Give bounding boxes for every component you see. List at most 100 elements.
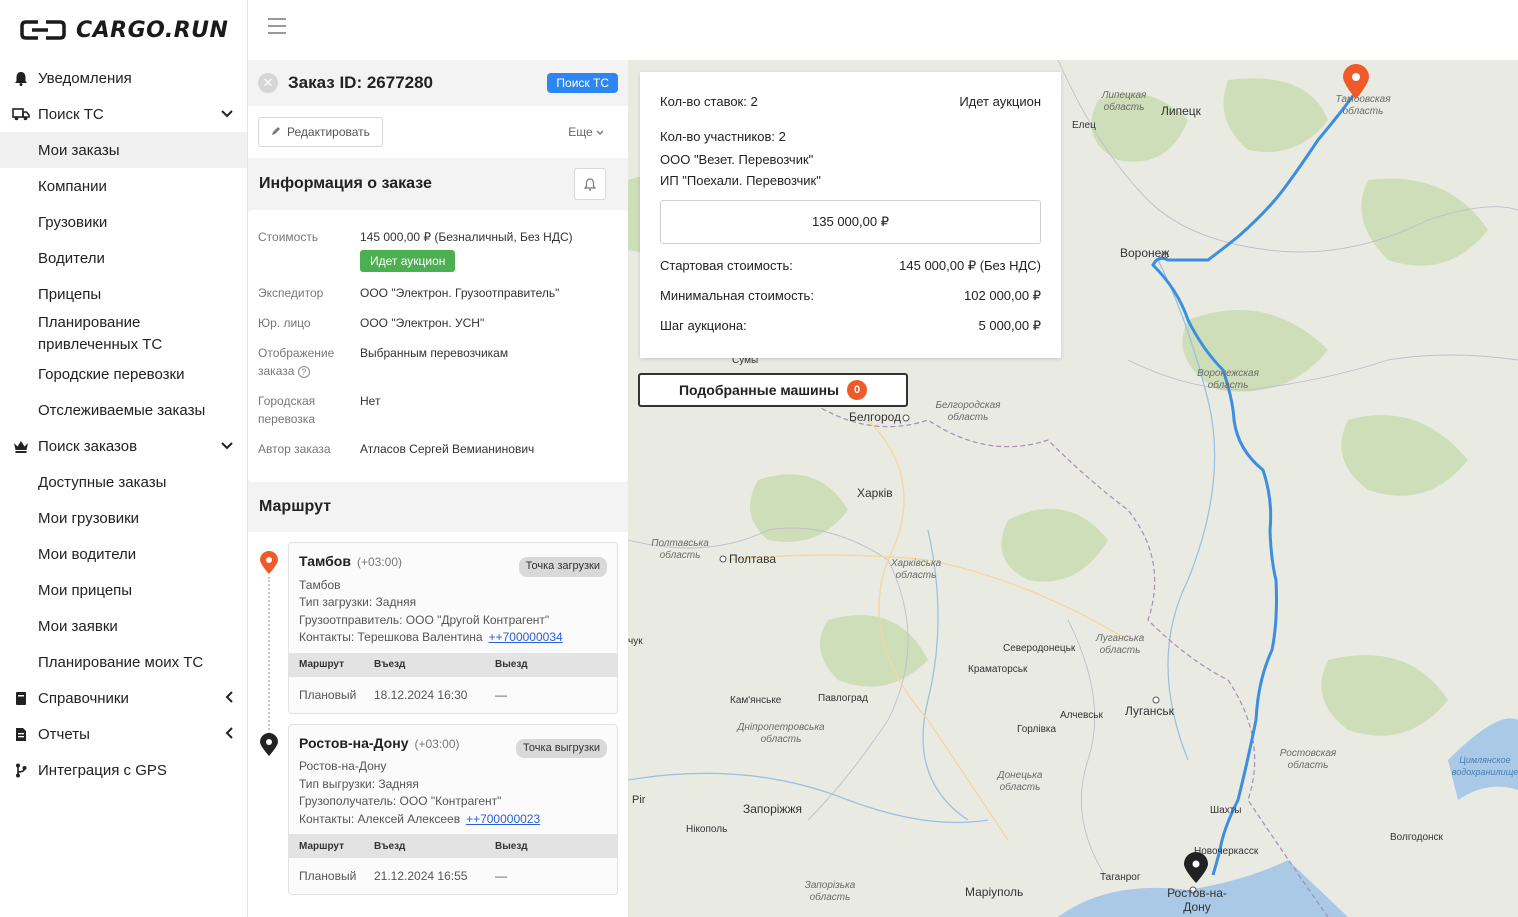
- logo-text: CARGO.RUN: [76, 17, 229, 43]
- map-region-label: Ростовская область: [1279, 748, 1337, 771]
- chevron-left-icon[interactable]: [225, 690, 233, 706]
- sidebar-item-label: Поиск ТС: [38, 105, 104, 123]
- map-city-label: Нікополь: [686, 824, 728, 835]
- sidebar-item-my-drivers[interactable]: Мои водители: [0, 536, 247, 572]
- stop-contacts: Контакты: Терешкова Валентина ++700000034: [299, 630, 563, 644]
- bell-icon: [12, 70, 30, 86]
- sidebar-item-notifications[interactable]: Уведомления: [0, 60, 247, 96]
- map-city-label: Горлівка: [1017, 724, 1057, 735]
- phone-link[interactable]: ++700000034: [489, 630, 563, 644]
- sidebar-item-gps[interactable]: Интеграция с GPS: [0, 752, 247, 788]
- map-city-label: Луганськ: [1125, 704, 1174, 718]
- sidebar-item-label: Планирование привлеченных ТС: [38, 314, 163, 353]
- map-city-label: Кам'янське: [730, 695, 782, 706]
- map-city-label: Павлоград: [818, 693, 868, 704]
- auction-row: Минимальная стоимость: 102 000,00 ₽: [660, 288, 1041, 303]
- logo[interactable]: CARGO.RUN: [0, 0, 247, 60]
- bell-outline-icon: [584, 177, 596, 191]
- map-region-label: Дніпропетровська область: [737, 722, 825, 745]
- sidebar-item-my-trailers[interactable]: Мои прицепы: [0, 572, 247, 608]
- black-pin-icon: [259, 732, 279, 757]
- sidebar-item-available-orders[interactable]: Доступные заказы: [0, 464, 247, 500]
- map-city-label: чук: [628, 636, 643, 647]
- info-value: Выбранным перевозчикам: [360, 346, 509, 360]
- map-city-label: Елец: [1072, 120, 1096, 131]
- schedule-table-header: Маршрут Въезд Выезд: [289, 652, 617, 677]
- map-city-label: Алчевськ: [1060, 710, 1103, 721]
- chevron-down-icon[interactable]: [221, 107, 233, 121]
- sidebar-item-companies[interactable]: Компании: [0, 168, 247, 204]
- sidebar-item-references[interactable]: Справочники: [0, 680, 247, 716]
- map-region-label: Запорізька область: [804, 880, 856, 903]
- info-value: Атласов Сергей Вемианинович: [360, 442, 535, 456]
- matched-count-badge: 0: [847, 380, 868, 400]
- chevron-left-icon[interactable]: [225, 726, 233, 742]
- participant-item: ИП "Поехали. Перевозчик": [660, 173, 821, 188]
- auction-status: Идет аукцион: [959, 94, 1041, 109]
- map-city-label: Шахты: [1210, 805, 1242, 816]
- sidebar-item-drivers[interactable]: Водители: [0, 240, 247, 276]
- stop-address: Тамбов: [299, 577, 341, 592]
- sidebar-item-planning-hired[interactable]: Планирование привлеченных ТС: [0, 312, 247, 356]
- sidebar-item-my-requests[interactable]: Мои заявки: [0, 608, 247, 644]
- info-value: Нет: [360, 394, 381, 408]
- help-icon[interactable]: ?: [297, 366, 310, 378]
- pencil-icon: [271, 125, 281, 139]
- participants-count: Кол-во участников: 2: [660, 129, 786, 144]
- sidebar-item-label: Уведомления: [38, 69, 132, 87]
- map-city-label: Запоріжжя: [743, 802, 802, 816]
- info-card: Стоимость 145 000,00 ₽ (Безналичный, Без…: [248, 210, 628, 482]
- map-region-label: Воронежская область: [1197, 368, 1259, 391]
- sidebar-item-search-vehicles[interactable]: Поиск ТС: [0, 96, 247, 132]
- edit-button[interactable]: Редактировать: [258, 117, 383, 147]
- sidebar: CARGO.RUN Уведомления Поиск ТС Мои заказ…: [0, 0, 248, 917]
- map-city-label: Ростов-на-Дону: [1167, 886, 1227, 914]
- auction-row: Кол-во ставок: 2 Идет аукцион: [660, 94, 1041, 109]
- sidebar-item-reports[interactable]: Отчеты: [0, 716, 247, 752]
- sidebar-item-planning-my[interactable]: Планирование моих ТС: [0, 644, 247, 680]
- destination-pin-icon[interactable]: [1183, 852, 1209, 884]
- crown-icon: [12, 438, 30, 454]
- info-row-author: Автор заказа Атласов Сергей Вемианинович: [258, 440, 618, 458]
- info-row-legal-entity: Юр. лицо ООО "Электрон. УСН": [258, 314, 618, 332]
- map[interactable]: Липецк Елец Воронеж Белгород Харків Полт…: [628, 60, 1518, 917]
- more-dropdown[interactable]: Еще: [568, 125, 604, 139]
- stop-city: Ростов-на-Дону: [299, 734, 409, 751]
- hamburger-menu-icon[interactable]: [268, 18, 286, 34]
- min-price: 102 000,00 ₽: [964, 288, 1041, 303]
- route-section-title: Маршрут: [259, 498, 332, 515]
- info-row-auction: Идет аукцион: [258, 250, 618, 272]
- sidebar-item-tracked-orders[interactable]: Отслеживаемые заказы: [0, 392, 247, 428]
- order-panel: ✕ Заказ ID: 2677280 Поиск ТС Редактирова…: [248, 60, 628, 917]
- sidebar-item-trailers[interactable]: Прицепы: [0, 276, 247, 312]
- sidebar-item-city-transport[interactable]: Городские перевозки: [0, 356, 247, 392]
- truck-icon: [12, 106, 30, 122]
- edit-button-label: Редактировать: [287, 125, 370, 139]
- sidebar-item-trucks[interactable]: Грузовики: [0, 204, 247, 240]
- schedule-table-row: Плановый 21.12.2024 16:55 —: [299, 869, 507, 883]
- schedule-table-header: Маршрут Въезд Выезд: [289, 834, 617, 858]
- sidebar-item-label: Интеграция с GPS: [38, 761, 167, 779]
- phone-link[interactable]: ++700000023: [466, 812, 540, 826]
- current-bid-field[interactable]: 135 000,00 ₽: [660, 200, 1041, 244]
- matched-vehicles-button[interactable]: Подобранные машины 0: [638, 373, 908, 407]
- subscribe-bell-button[interactable]: [574, 168, 606, 200]
- stop-consignee: Грузополучатель: ООО "Контрагент": [299, 794, 502, 808]
- top-bar: [248, 0, 1518, 60]
- chevron-down-icon[interactable]: [221, 439, 233, 453]
- route-stop-unloading: Ростов-на-Дону (+03:00) Точка выгрузки Ро…: [260, 723, 618, 895]
- more-label: Еще: [568, 125, 593, 139]
- stop-timezone: (+03:00): [414, 736, 460, 751]
- sidebar-item-my-orders[interactable]: Мои заказы: [0, 132, 247, 168]
- sidebar-item-search-orders[interactable]: Поиск заказов: [0, 428, 247, 464]
- stop-shipper: Грузоотправитель: ООО "Другой Контрагент…: [299, 612, 550, 627]
- origin-pin-icon[interactable]: [1341, 64, 1371, 100]
- red-pin-icon: [259, 551, 279, 575]
- sidebar-item-my-trucks[interactable]: Мои грузовики: [0, 500, 247, 536]
- stop-timezone: (+03:00): [356, 555, 402, 569]
- auction-card: Кол-во ставок: 2 Идет аукцион Кол-во уча…: [640, 72, 1061, 358]
- close-icon[interactable]: ✕: [258, 73, 278, 93]
- route-stop-loading: Тамбов (+03:00) Точка загрузки Тамбов Тип…: [260, 542, 618, 742]
- bids-count: Кол-во ставок: 2: [660, 94, 758, 109]
- info-section-title: Информация о заказе: [259, 175, 432, 192]
